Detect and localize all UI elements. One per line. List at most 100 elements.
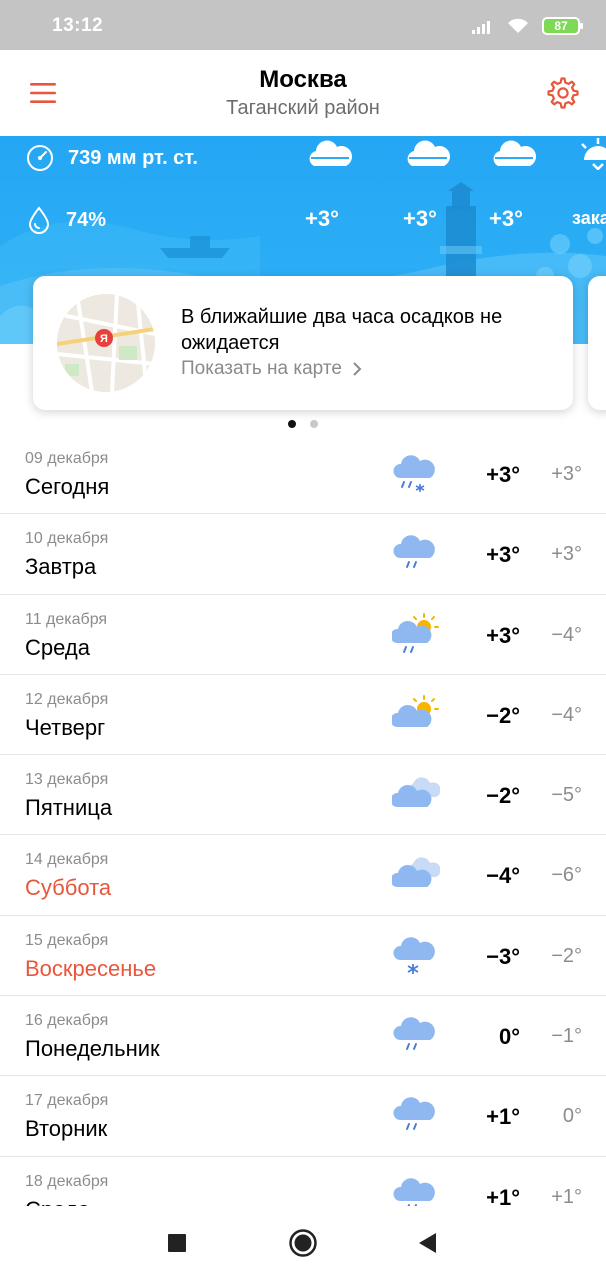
forecast-min: −5° [551,784,582,807]
signal-icon [472,21,490,34]
forecast-date: 14 декабря [25,851,109,869]
back-triangle-icon [419,1233,436,1253]
wifi-icon [508,18,528,33]
gear-icon [547,77,579,109]
forecast-date: 16 декабря [25,1012,109,1030]
forecast-min: −4° [551,623,582,646]
recent-apps-button[interactable] [162,1228,192,1258]
forecast-day: Воскресенье [25,955,157,981]
rain-snow-icon [393,455,435,492]
forecast-date: 11 декабря [25,610,108,628]
forecast-row[interactable]: 17 декабря Вторник +1° 0° [0,1076,606,1157]
forecast-min: −6° [551,864,582,887]
partly-sunny-icon [392,694,439,727]
forecast-row[interactable]: 12 декабря Четверг −2° −4° [0,675,606,756]
show-on-map-label: Показать на карте [181,358,342,379]
yandex-badge: Я [100,333,108,345]
sun-rain-icon [392,612,439,653]
cloud-icon [407,140,451,166]
forecast-min: 0° [562,1105,582,1128]
snow-icon [393,936,435,974]
cloudy-icon [392,857,440,888]
system-nav-bar [0,1206,606,1280]
cloud-icon [309,140,353,166]
nowcast-card[interactable]: Я В ближайшие два часа осадков не ожидае… [33,276,573,410]
hourly-temp: +3° [403,206,437,231]
next-card-peek[interactable] [588,276,606,410]
map-preview-icon: Я [57,294,155,392]
forecast-date: 13 декабря [25,771,109,789]
forecast-day: Пятница [25,795,113,821]
square-icon [168,1234,186,1252]
map-thumbnail[interactable]: Я [57,294,155,392]
forecast-max: +3° [486,542,520,568]
forecast-date: 15 декабря [25,931,109,949]
forecast-min: +1° [551,1185,582,1206]
forecast-max: −4° [486,863,520,889]
forecast-day: Четверг [25,714,106,740]
status-icons: 87 [472,14,583,38]
forecast-min: −4° [551,703,582,726]
forecast-day: Среда [25,1197,90,1206]
rain-icon [393,1097,435,1131]
forecast-max: +1° [486,1184,520,1206]
cloudy-icon [392,777,440,808]
forecast-row[interactable]: 14 декабря Суббота −4° −6° [0,835,606,916]
home-button[interactable] [288,1228,318,1258]
forecast-date: 09 декабря [25,450,109,467]
forecast-day: Сегодня [25,474,110,499]
pressure-gauge-icon [27,145,53,171]
status-time: 13:12 [52,15,104,36]
forecast-day: Понедельник [25,1036,160,1062]
city-title[interactable]: Москва [0,66,606,94]
forecast-min: +3° [551,543,582,566]
home-circle-icon [289,1229,317,1257]
forecast-row[interactable]: 11 декабря Среда +3° −4° [0,595,606,675]
forecast-date: 17 декабря [25,1092,109,1110]
forecast-min: +3° [551,463,582,485]
forecast-date: 10 декабря [25,530,109,548]
forecast-max: −2° [486,702,520,728]
cloud-icon [493,140,537,166]
rain-icon [393,1017,435,1051]
forecast-max: +3° [486,462,520,487]
hourly-temp: +3° [305,206,339,231]
humidity-row: 74% [26,206,106,234]
forecast-row[interactable]: 13 декабря Пятница −2° −5° [0,755,606,836]
forecast-row[interactable]: 16 декабря Понедельник 0° −1° [0,996,606,1077]
district-subtitle[interactable]: Таганский район [0,97,606,120]
forecast-row[interactable]: 18 декабря Среда +1° +1° [0,1157,606,1206]
forecast-max: −3° [486,943,520,969]
rain-icon [393,1177,435,1206]
battery-indicator: 87 [542,17,583,35]
forecast-min: −2° [551,944,582,967]
forecast-max: −2° [486,783,520,809]
forecast-day: Вторник [25,1116,108,1142]
sunset-icon [581,138,606,170]
chevron-right-icon [353,362,362,376]
hourly-temp: зака [572,208,606,228]
humidity-drop-icon [28,206,50,234]
forecast-day: Завтра [25,554,97,580]
forecast-row[interactable]: 09 декабря Сегодня +3° +3° [0,434,606,515]
pressure-value: 739 мм рт. ст. [68,146,198,169]
nowcast-message: В ближайшие два часа осадков не ожидаетс… [181,306,503,354]
pressure-row: 739 мм рт. ст. [26,144,198,172]
forecast-day: Суббота [25,875,112,901]
forecast-row[interactable]: 10 декабря Завтра +3° +3° [0,514,606,595]
forecast-row[interactable]: 15 декабря Воскресенье −3° −2° [0,916,606,997]
status-bar: 13:12 87 [0,0,606,50]
forecast-date: 18 декабря [25,1172,109,1190]
forecast-max: +1° [486,1104,520,1130]
forecast-min: −1° [551,1025,582,1048]
carousel-dot-active[interactable] [288,420,296,428]
back-button[interactable] [412,1228,442,1258]
daily-forecast-list: 09 декабря Сегодня +3° +3° 10 декабря За… [0,434,606,1206]
show-on-map-link[interactable]: Показать на карте [181,358,362,380]
forecast-max: +3° [486,622,520,648]
forecast-max: 0° [498,1024,520,1050]
carousel-dot[interactable] [310,420,318,428]
app-header: Москва Таганский район [0,50,606,136]
settings-button[interactable] [542,72,584,114]
carousel-dots [0,420,606,428]
